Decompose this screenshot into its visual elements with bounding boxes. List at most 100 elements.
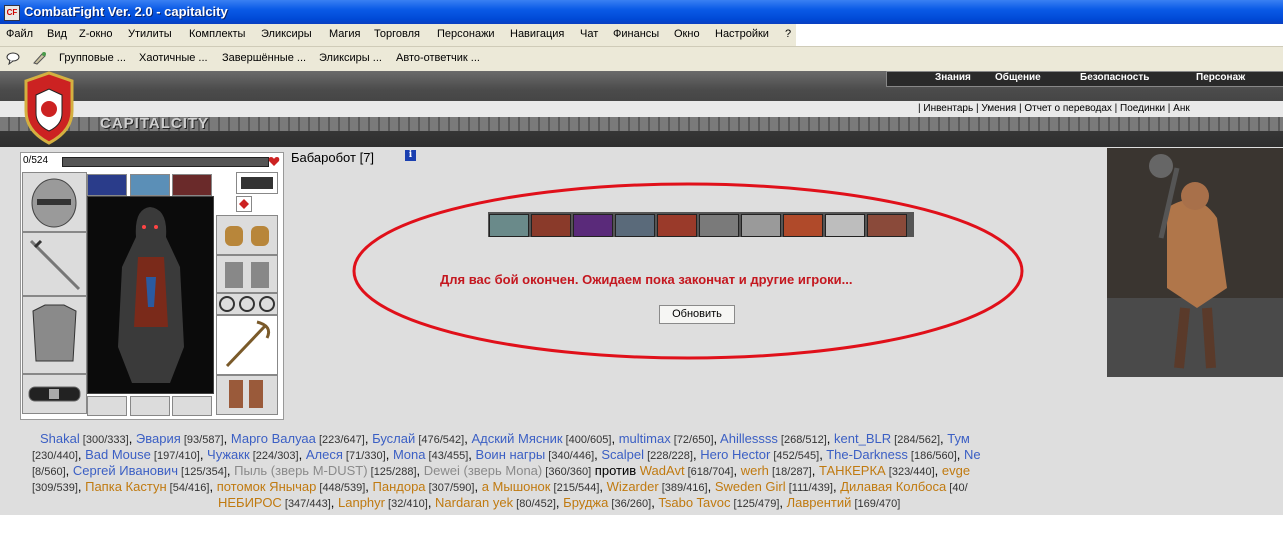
participant[interactable]: Mona [43/455]	[393, 447, 468, 462]
rune-slot-3[interactable]	[172, 174, 212, 196]
menu-trade[interactable]: Торговля	[374, 28, 420, 40]
participant[interactable]: WadAvt [618/704]	[640, 463, 734, 478]
participant[interactable]: [309/539]	[32, 479, 78, 494]
participant[interactable]: Чужакк [224/303]	[207, 447, 299, 462]
participant[interactable]: Ne	[964, 447, 981, 462]
participant-name[interactable]: multimax	[619, 431, 671, 446]
participant[interactable]: Пандора [307/590]	[373, 479, 475, 494]
participant[interactable]: Nardaran yek [80/452]	[435, 495, 556, 510]
boots-slot[interactable]	[216, 375, 278, 415]
participant[interactable]: Марго Валуаа [223/647]	[231, 431, 365, 446]
participant[interactable]: Dewei (зверь Mona) [360/360]	[424, 463, 591, 478]
participant[interactable]: Wizarder [389/416]	[607, 479, 708, 494]
participant-name[interactable]: Алеся	[306, 447, 343, 462]
participant-name[interactable]: ТАНКЕРКА	[819, 463, 886, 478]
participant-name[interactable]: Тум	[947, 431, 970, 446]
participant[interactable]: Бруджа [36/260]	[563, 495, 651, 510]
city-crest-logo[interactable]	[18, 71, 80, 145]
participant[interactable]: evge	[942, 463, 970, 478]
offhand-slot[interactable]	[216, 315, 278, 375]
participant[interactable]: Алеся [71/330]	[306, 447, 386, 462]
participant[interactable]: Лаврентий [169/470]	[787, 495, 901, 510]
participant-name[interactable]: Ahillessss	[720, 431, 778, 446]
participant-name[interactable]: Пандора	[373, 479, 426, 494]
earring-slot[interactable]	[236, 196, 252, 212]
participant-name[interactable]: Воин нагры	[476, 447, 546, 462]
toolbar-autoresponder[interactable]: Авто-ответчик ...	[396, 52, 480, 64]
participant-name[interactable]: а Мышонок	[482, 479, 551, 494]
participant[interactable]: [8/560]	[32, 463, 66, 478]
sub-nav-links[interactable]: | Инвентарь | Умения | Отчет о переводах…	[918, 103, 1190, 114]
participant-name[interactable]: Буслай	[372, 431, 415, 446]
participant[interactable]: Sweden Girl [111/439]	[715, 479, 833, 494]
participant-name[interactable]: Чужакк	[207, 447, 250, 462]
armor-slot[interactable]	[22, 296, 87, 374]
participant[interactable]: Папка Кастун [54/416]	[85, 479, 209, 494]
participant[interactable]: Ahillessss [268/512]	[720, 431, 827, 446]
participant-name[interactable]: Hero Hector	[700, 447, 770, 462]
participant[interactable]: Сергей Иванович [125/354]	[73, 463, 227, 478]
pocket-slot-1[interactable]	[87, 396, 127, 416]
info-icon[interactable]: i	[405, 150, 416, 161]
helmet-slot[interactable]	[22, 172, 87, 232]
magic-icon[interactable]	[32, 51, 48, 65]
participant[interactable]: Scalpel [228/228]	[601, 447, 693, 462]
participant-name[interactable]: Lanphyr	[338, 495, 385, 510]
menu-navigation[interactable]: Навигация	[510, 28, 564, 40]
participant[interactable]: kent_BLR [284/562]	[834, 431, 940, 446]
participant[interactable]: multimax [72/650]	[619, 431, 714, 446]
participant[interactable]: Hero Hector [452/545]	[700, 447, 819, 462]
participant-name[interactable]: Bad Mouse	[85, 447, 151, 462]
participant[interactable]: а Мышонок [215/544]	[482, 479, 600, 494]
participant-name[interactable]: Mona	[393, 447, 426, 462]
nav-security[interactable]: Безопасность	[1080, 72, 1149, 83]
participant-name[interactable]: werh	[741, 463, 769, 478]
participant[interactable]: Буслай [476/542]	[372, 431, 464, 446]
participant-name[interactable]: kent_BLR	[834, 431, 891, 446]
participant-name[interactable]: Адский Мясник	[471, 431, 562, 446]
menu-settings[interactable]: Настройки	[715, 28, 769, 40]
opponent-portrait[interactable]	[1107, 148, 1283, 377]
menu-z-window[interactable]: Z-окно	[79, 28, 113, 40]
participant-name[interactable]: The-Darkness	[826, 447, 908, 462]
character-name[interactable]: Бабаробот [7]	[291, 150, 374, 165]
participant[interactable]: Shakal [300/333]	[40, 431, 129, 446]
pocket-slot-2[interactable]	[130, 396, 170, 416]
chat-icon[interactable]	[6, 51, 22, 65]
nav-character[interactable]: Персонаж	[1196, 72, 1245, 83]
character-avatar[interactable]	[87, 196, 214, 394]
participant-name[interactable]: Дилавая Колбоса	[840, 479, 946, 494]
menu-help[interactable]: ?	[785, 28, 791, 40]
participant-name[interactable]: Сергей Иванович	[73, 463, 178, 478]
participant-name[interactable]: Dewei (зверь Mona)	[424, 463, 542, 478]
participant[interactable]: Пыль (зверь M-DUST) [125/288]	[234, 463, 416, 478]
pocket-slot-3[interactable]	[172, 396, 212, 416]
toolbar-chaotic-battles[interactable]: Хаотичные ...	[139, 52, 208, 64]
menu-kits[interactable]: Комплекты	[189, 28, 245, 40]
participant-name[interactable]: Пыль (зверь M-DUST)	[234, 463, 367, 478]
menu-utilities[interactable]: Утилиты	[128, 28, 172, 40]
participant-name[interactable]: WadAvt	[640, 463, 685, 478]
gloves-slot[interactable]	[216, 255, 278, 293]
participant-name[interactable]: НЕБИРОС	[218, 495, 282, 510]
participant[interactable]: Воин нагры [340/446]	[476, 447, 595, 462]
participant[interactable]: The-Darkness [186/560]	[826, 447, 957, 462]
rings-slot[interactable]	[216, 293, 278, 315]
participant-name[interactable]: Wizarder	[607, 479, 659, 494]
participant[interactable]: против	[595, 463, 636, 478]
participant-name[interactable]: Shakal	[40, 431, 80, 446]
participant[interactable]: Тум	[947, 431, 970, 446]
participant[interactable]: [230/440]	[32, 447, 78, 462]
nav-communication[interactable]: Общение	[995, 72, 1041, 83]
menu-chat[interactable]: Чат	[580, 28, 598, 40]
amulet-slot[interactable]	[236, 172, 278, 194]
rune-slot-2[interactable]	[130, 174, 170, 196]
participant-name[interactable]: Scalpel	[601, 447, 644, 462]
belt-slot[interactable]	[22, 374, 87, 414]
menu-magic[interactable]: Магия	[329, 28, 361, 40]
participant[interactable]: НЕБИРОС [347/443]	[218, 495, 331, 510]
participant[interactable]: Дилавая Колбоса [40/	[840, 479, 967, 494]
participant-name[interactable]: Ne	[964, 447, 981, 462]
toolbar-finished-battles[interactable]: Завершённые ...	[222, 52, 306, 64]
weapon-slot[interactable]	[22, 232, 87, 296]
